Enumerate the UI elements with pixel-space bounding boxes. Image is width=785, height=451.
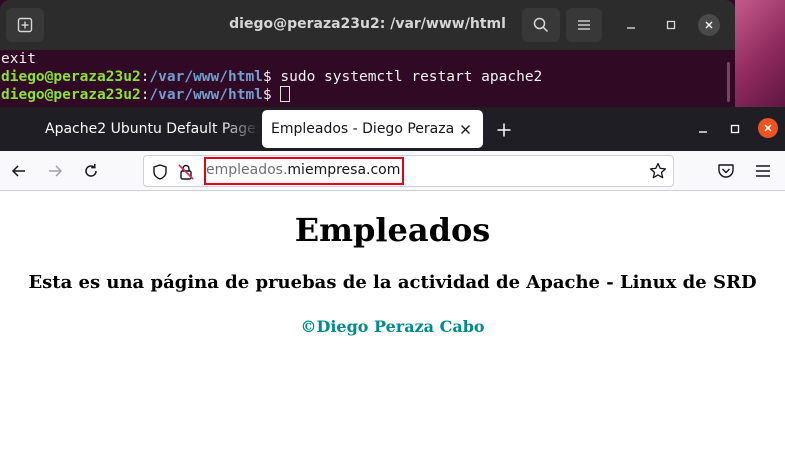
terminal-prompt: $	[262, 69, 281, 85]
terminal-output[interactable]: exit diego@peraza23u2:/var/www/html$ sud…	[0, 50, 735, 107]
terminal-close-button[interactable]	[698, 14, 720, 36]
navigation-toolbar: empleados.miempresa.com	[0, 151, 785, 191]
page-subtitle: Esta es una página de pruebas de la acti…	[28, 272, 757, 293]
tab-close-button[interactable]	[458, 122, 472, 136]
url-bar[interactable]: empleados.miempresa.com	[143, 155, 674, 187]
browser-close-button[interactable]	[758, 118, 778, 138]
insecure-lock-icon[interactable]	[177, 163, 195, 181]
hamburger-menu-icon[interactable]	[753, 161, 773, 181]
close-icon	[705, 21, 713, 29]
terminal-menu-button[interactable]	[566, 8, 602, 42]
minimize-icon	[699, 131, 707, 133]
terminal-line: diego@peraza23u2:/var/www/html$ sudo sys…	[1, 68, 735, 86]
terminal-window[interactable]: diego@peraza23u2: /var/www/html exit die…	[0, 0, 735, 107]
terminal-minimize-button[interactable]	[620, 14, 642, 36]
page-author: ©Diego Peraza Cabo	[300, 317, 485, 336]
terminal-line: diego@peraza23u2:/var/www/html$	[1, 86, 735, 104]
tab-apache-default[interactable]: Apache2 Ubuntu Default Page: It works	[28, 110, 260, 148]
terminal-user: diego@peraza23u2	[1, 87, 141, 103]
tracking-protection-shield-icon[interactable]	[151, 163, 169, 181]
browser-maximize-button[interactable]	[726, 120, 744, 138]
desktop-background	[735, 0, 785, 107]
terminal-text: exit	[1, 51, 36, 67]
close-icon	[764, 124, 772, 132]
reload-button[interactable]	[80, 160, 102, 182]
tab-bar: Apache2 Ubuntu Default Page: It works Em…	[0, 107, 785, 151]
back-button[interactable]	[8, 160, 30, 182]
tab-fade	[220, 110, 260, 148]
terminal-cursor	[280, 86, 291, 102]
minimize-icon	[627, 27, 635, 29]
page-title: Empleados	[294, 211, 491, 249]
search-icon	[533, 17, 549, 33]
close-icon	[460, 124, 470, 134]
terminal-path: /var/www/html	[149, 87, 263, 103]
forward-button[interactable]	[44, 160, 66, 182]
arrow-right-icon	[49, 165, 63, 177]
plus-icon	[497, 123, 511, 137]
arrow-left-icon	[11, 165, 25, 177]
terminal-header-bar: diego@peraza23u2: /var/www/html	[0, 0, 735, 50]
terminal-line: exit	[1, 50, 735, 68]
terminal-prompt: $	[262, 87, 281, 103]
tab-empleados[interactable]: Empleados - Diego Peraza	[262, 110, 483, 148]
terminal-command: sudo systemctl restart apache2	[280, 69, 543, 85]
terminal-maximize-button[interactable]	[660, 14, 682, 36]
url-highlight-annotation	[204, 157, 404, 185]
terminal-search-button[interactable]	[522, 8, 560, 42]
browser-window[interactable]: Apache2 Ubuntu Default Page: It works Em…	[0, 107, 785, 451]
maximize-icon	[666, 20, 676, 30]
pocket-icon[interactable]	[716, 161, 736, 181]
terminal-user: diego@peraza23u2	[1, 69, 141, 85]
maximize-icon	[730, 124, 740, 134]
bookmark-star-icon[interactable]	[649, 162, 667, 180]
terminal-scrollbar[interactable]	[727, 62, 730, 102]
tab-label: Empleados - Diego Peraza	[271, 121, 455, 137]
terminal-path: /var/www/html	[149, 69, 263, 85]
new-tab-button[interactable]	[493, 119, 515, 141]
browser-minimize-button[interactable]	[694, 120, 712, 138]
page-content: Empleados Esta es una página de pruebas …	[0, 191, 785, 451]
reload-icon	[85, 164, 97, 177]
hamburger-menu-icon	[578, 20, 590, 30]
